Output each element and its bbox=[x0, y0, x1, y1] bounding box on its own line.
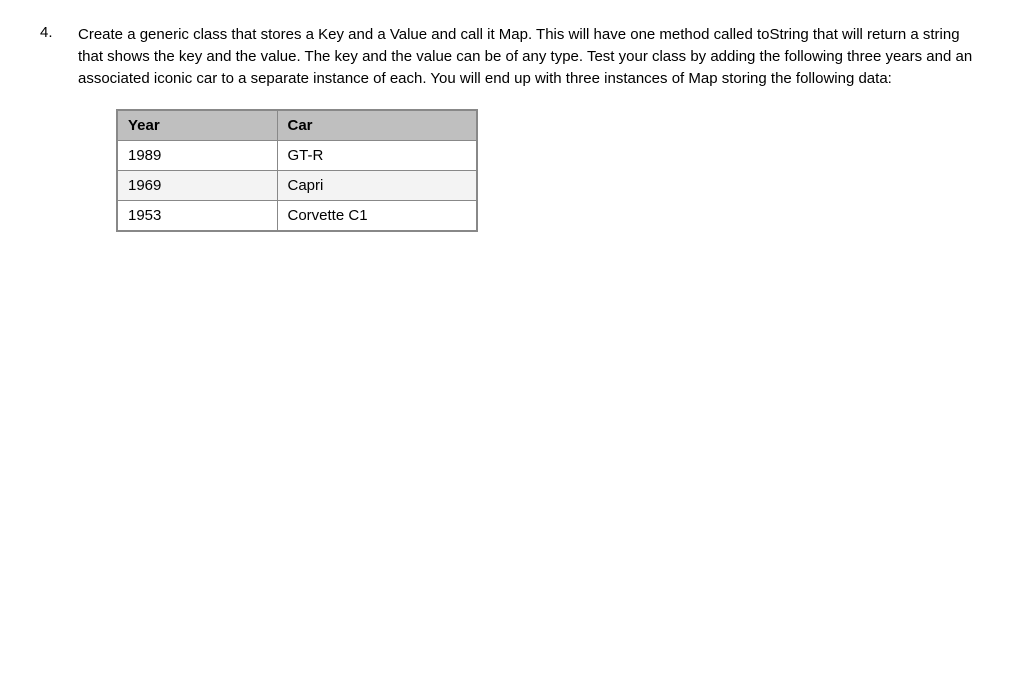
table-row: 1969 Capri bbox=[117, 171, 477, 201]
table-header-car: Car bbox=[277, 110, 477, 141]
table-cell-car: Capri bbox=[277, 171, 477, 201]
table-cell-car: GT-R bbox=[277, 141, 477, 171]
table-row: 1953 Corvette C1 bbox=[117, 201, 477, 232]
question-body: Create a generic class that stores a Key… bbox=[78, 24, 984, 232]
table-cell-year: 1969 bbox=[117, 171, 277, 201]
table-cell-year: 1989 bbox=[117, 141, 277, 171]
table-row: 1989 GT-R bbox=[117, 141, 477, 171]
question-number: 4. bbox=[40, 24, 60, 232]
table-header-row: Year Car bbox=[117, 110, 477, 141]
table-header-year: Year bbox=[117, 110, 277, 141]
table-cell-year: 1953 bbox=[117, 201, 277, 232]
table-cell-car: Corvette C1 bbox=[277, 201, 477, 232]
question-block: 4. Create a generic class that stores a … bbox=[40, 24, 984, 232]
question-text: Create a generic class that stores a Key… bbox=[78, 24, 984, 89]
data-table: Year Car 1989 GT-R 1969 Capri 1953 Corve… bbox=[116, 109, 478, 232]
